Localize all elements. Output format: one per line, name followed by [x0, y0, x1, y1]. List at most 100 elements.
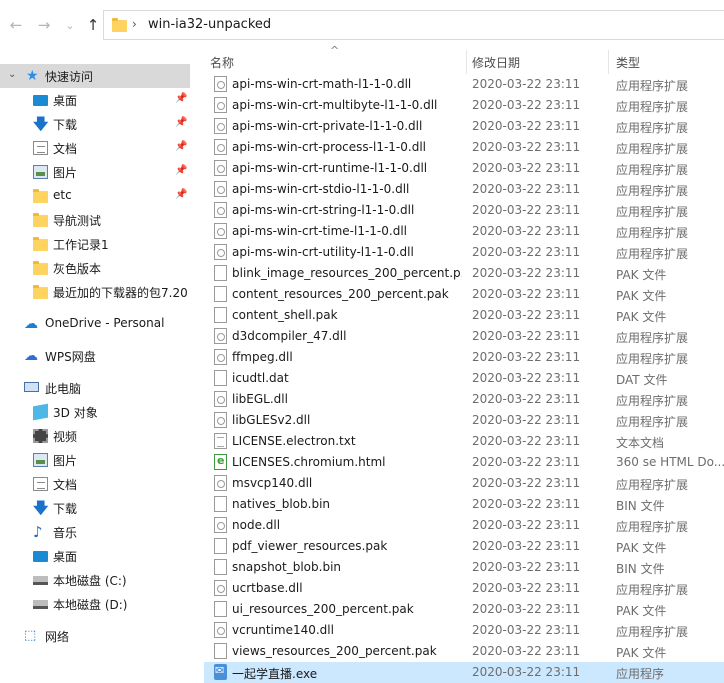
file-row[interactable]: vcruntime140.dll 2020-03-22 23:11 应用程序扩展: [204, 620, 724, 641]
file-name[interactable]: icudtl.dat: [232, 371, 462, 385]
file-row[interactable]: d3dcompiler_47.dll 2020-03-22 23:11 应用程序扩展: [204, 326, 724, 347]
file-row[interactable]: content_resources_200_percent.pak 2020-03…: [204, 284, 724, 305]
column-divider[interactable]: [608, 50, 609, 74]
file-row[interactable]: api-ms-win-crt-runtime-l1-1-0.dll 2020-03…: [204, 158, 724, 179]
file-row[interactable]: libGLESv2.dll 2020-03-22 23:11 应用程序扩展: [204, 410, 724, 431]
file-name[interactable]: api-ms-win-crt-string-l1-1-0.dll: [232, 203, 462, 217]
file-name[interactable]: pdf_viewer_resources.pak: [232, 539, 462, 553]
sidebar-item-this-pc[interactable]: ♪ 音乐: [0, 520, 190, 544]
recent-locations-dropdown[interactable]: ⌄: [60, 14, 80, 36]
file-row[interactable]: natives_blob.bin 2020-03-22 23:11 BIN 文件: [204, 494, 724, 515]
sidebar-item-pinned[interactable]: 🡇 下载 📌: [0, 112, 190, 136]
file-name[interactable]: content_shell.pak: [232, 308, 462, 322]
file-name[interactable]: api-ms-win-crt-utility-l1-1-0.dll: [232, 245, 462, 259]
column-divider[interactable]: [466, 50, 467, 74]
file-row[interactable]: snapshot_blob.bin 2020-03-22 23:11 BIN 文件: [204, 557, 724, 578]
file-row[interactable]: icudtl.dat 2020-03-22 23:11 DAT 文件: [204, 368, 724, 389]
file-name[interactable]: api-ms-win-crt-multibyte-l1-1-0.dll: [232, 98, 462, 112]
file-name[interactable]: api-ms-win-crt-math-l1-1-0.dll: [232, 77, 462, 91]
sidebar-network[interactable]: ⬚ 网络: [0, 624, 190, 648]
pin-icon[interactable]: 📌: [175, 189, 187, 200]
file-row[interactable]: node.dll 2020-03-22 23:11 应用程序扩展: [204, 515, 724, 536]
up-button[interactable]: ↑: [83, 14, 103, 36]
file-name[interactable]: 一起学直播.exe: [232, 665, 462, 682]
chevron-down-icon[interactable]: ⌄: [8, 69, 16, 80]
sidebar-item-pinned[interactable]: 图片 📌: [0, 160, 190, 184]
file-name[interactable]: api-ms-win-crt-time-l1-1-0.dll: [232, 224, 462, 238]
sidebar-this-pc[interactable]: 此电脑: [0, 376, 190, 400]
file-row[interactable]: pdf_viewer_resources.pak 2020-03-22 23:11…: [204, 536, 724, 557]
file-name[interactable]: LICENSES.chromium.html: [232, 455, 462, 469]
sidebar-item-this-pc[interactable]: 🡇 下载: [0, 496, 190, 520]
breadcrumb-separator-icon[interactable]: ›: [132, 17, 137, 31]
column-header-date[interactable]: 修改日期: [472, 54, 520, 71]
file-name[interactable]: ui_resources_200_percent.pak: [232, 602, 462, 616]
sidebar-quick-access[interactable]: ⌄ ★ 快速访问: [0, 64, 190, 88]
file-row[interactable]: 一起学直播.exe 2020-03-22 23:11 应用程序: [204, 662, 724, 683]
file-row[interactable]: msvcp140.dll 2020-03-22 23:11 应用程序扩展: [204, 473, 724, 494]
column-header-name[interactable]: 名称: [210, 54, 234, 71]
file-name[interactable]: ucrtbase.dll: [232, 581, 462, 595]
forward-button[interactable]: →: [34, 14, 54, 36]
sidebar-item-this-pc[interactable]: 文档: [0, 472, 190, 496]
file-name[interactable]: msvcp140.dll: [232, 476, 462, 490]
file-name[interactable]: node.dll: [232, 518, 462, 532]
sidebar-item-recent-folder[interactable]: 工作记录1: [0, 232, 190, 256]
file-row[interactable]: api-ms-win-crt-utility-l1-1-0.dll 2020-03…: [204, 242, 724, 263]
file-name[interactable]: LICENSE.electron.txt: [232, 434, 462, 448]
file-name[interactable]: views_resources_200_percent.pak: [232, 644, 462, 658]
file-name[interactable]: content_resources_200_percent.pak: [232, 287, 462, 301]
file-name[interactable]: api-ms-win-crt-runtime-l1-1-0.dll: [232, 161, 462, 175]
sidebar-wps[interactable]: ☁ WPS网盘: [0, 344, 190, 368]
file-row[interactable]: api-ms-win-crt-stdio-l1-1-0.dll 2020-03-2…: [204, 179, 724, 200]
file-row[interactable]: blink_image_resources_200_percent.p... 20…: [204, 263, 724, 284]
back-button[interactable]: ←: [6, 14, 26, 36]
sidebar-item-this-pc[interactable]: 视频: [0, 424, 190, 448]
file-name[interactable]: api-ms-win-crt-process-l1-1-0.dll: [232, 140, 462, 154]
file-name[interactable]: natives_blob.bin: [232, 497, 462, 511]
pin-icon[interactable]: 📌: [175, 165, 187, 176]
file-name[interactable]: libGLESv2.dll: [232, 413, 462, 427]
file-row[interactable]: LICENSE.electron.txt 2020-03-22 23:11 文本文档: [204, 431, 724, 452]
file-name[interactable]: api-ms-win-crt-private-l1-1-0.dll: [232, 119, 462, 133]
sidebar-item-this-pc[interactable]: 本地磁盘 (C:): [0, 568, 190, 592]
file-row[interactable]: ui_resources_200_percent.pak 2020-03-22 2…: [204, 599, 724, 620]
file-row[interactable]: views_resources_200_percent.pak 2020-03-2…: [204, 641, 724, 662]
file-name[interactable]: api-ms-win-crt-stdio-l1-1-0.dll: [232, 182, 462, 196]
sidebar-item-this-pc[interactable]: 本地磁盘 (D:): [0, 592, 190, 616]
file-name[interactable]: d3dcompiler_47.dll: [232, 329, 462, 343]
breadcrumb-current-folder[interactable]: win-ia32-unpacked: [148, 17, 271, 32]
file-row[interactable]: libEGL.dll 2020-03-22 23:11 应用程序扩展: [204, 389, 724, 410]
file-name[interactable]: blink_image_resources_200_percent.p...: [232, 266, 462, 280]
file-name[interactable]: vcruntime140.dll: [232, 623, 462, 637]
sidebar-onedrive[interactable]: ☁ OneDrive - Personal: [0, 312, 190, 336]
sidebar-item-pinned[interactable]: 桌面 📌: [0, 88, 190, 112]
sidebar-item-recent-folder[interactable]: 灰色版本: [0, 256, 190, 280]
file-row[interactable]: LICENSES.chromium.html 2020-03-22 23:11 36…: [204, 452, 724, 473]
file-row[interactable]: api-ms-win-crt-string-l1-1-0.dll 2020-03-…: [204, 200, 724, 221]
sidebar-item-pinned[interactable]: 文档 📌: [0, 136, 190, 160]
column-header-type[interactable]: 类型: [616, 54, 640, 71]
file-row[interactable]: api-ms-win-crt-process-l1-1-0.dll 2020-03…: [204, 137, 724, 158]
file-row[interactable]: api-ms-win-crt-private-l1-1-0.dll 2020-03…: [204, 116, 724, 137]
file-row[interactable]: api-ms-win-crt-time-l1-1-0.dll 2020-03-22…: [204, 221, 724, 242]
file-name[interactable]: libEGL.dll: [232, 392, 462, 406]
pin-icon[interactable]: 📌: [175, 93, 187, 104]
file-name[interactable]: ffmpeg.dll: [232, 350, 462, 364]
file-name[interactable]: snapshot_blob.bin: [232, 560, 462, 574]
pin-icon[interactable]: 📌: [175, 141, 187, 152]
address-box[interactable]: › win-ia32-unpacked: [103, 10, 724, 40]
sidebar-item-pinned[interactable]: etc 📌: [0, 184, 190, 208]
sidebar-item-label: 桌面: [53, 550, 78, 564]
file-row[interactable]: api-ms-win-crt-multibyte-l1-1-0.dll 2020-…: [204, 95, 724, 116]
file-row[interactable]: content_shell.pak 2020-03-22 23:11 PAK 文件: [204, 305, 724, 326]
file-row[interactable]: ucrtbase.dll 2020-03-22 23:11 应用程序扩展: [204, 578, 724, 599]
pin-icon[interactable]: 📌: [175, 117, 187, 128]
file-row[interactable]: api-ms-win-crt-math-l1-1-0.dll 2020-03-22…: [204, 74, 724, 95]
sidebar-item-recent-folder[interactable]: 最近加的下载器的包7.20: [0, 280, 190, 304]
sidebar-item-recent-folder[interactable]: 导航测试: [0, 208, 190, 232]
sidebar-item-this-pc[interactable]: 3D 对象: [0, 400, 190, 424]
sidebar-item-this-pc[interactable]: 桌面: [0, 544, 190, 568]
sidebar-item-this-pc[interactable]: 图片: [0, 448, 190, 472]
file-row[interactable]: ffmpeg.dll 2020-03-22 23:11 应用程序扩展: [204, 347, 724, 368]
